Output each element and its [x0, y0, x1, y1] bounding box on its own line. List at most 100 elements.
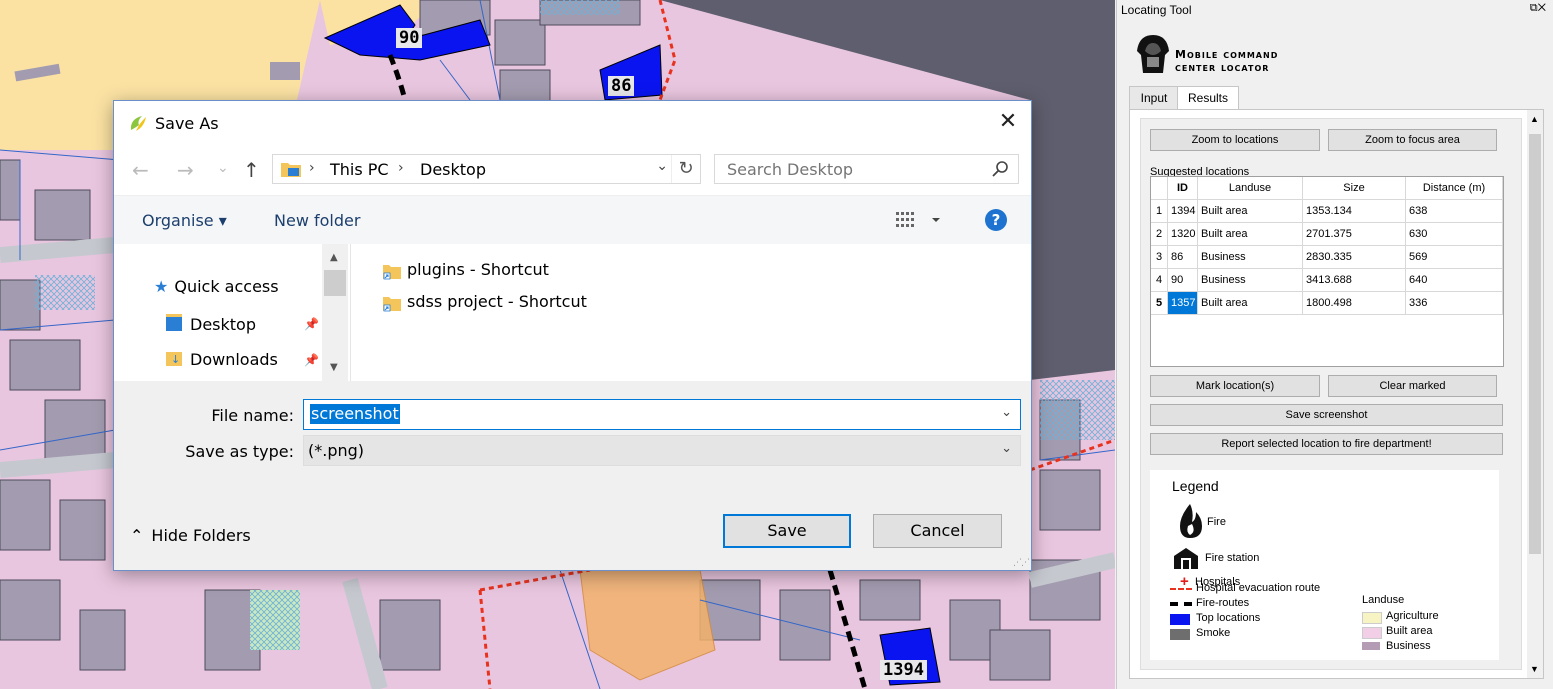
file-item[interactable]: sdss project - Shortcut [383, 292, 587, 312]
file-item[interactable]: plugins - Shortcut [383, 260, 549, 280]
cell-id[interactable]: 1357 [1167, 291, 1198, 315]
hide-folders-label: Hide Folders [151, 526, 251, 545]
column-header[interactable]: ID [1167, 177, 1198, 200]
mark-locations-button[interactable]: Mark location(s) [1150, 375, 1320, 397]
cell-landuse[interactable]: Built area [1197, 199, 1303, 223]
float-panel-icon[interactable]: ⧉✕ [1530, 2, 1546, 15]
table-row[interactable]: 4 90 Business 3413.688 640 [1151, 268, 1503, 292]
built-area-swatch [1362, 627, 1382, 639]
row-number[interactable]: 2 [1151, 222, 1168, 246]
file-list: plugins - Shortcut sdss project - Shortc… [351, 244, 1031, 381]
fire-icon [1180, 504, 1202, 538]
save-screenshot-button[interactable]: Save screenshot [1150, 404, 1503, 426]
chevron-down-icon[interactable]: ⌄ [1001, 405, 1012, 420]
tab-input[interactable]: Input [1129, 86, 1179, 109]
scroll-down-icon[interactable]: ▼ [330, 362, 338, 373]
file-name-field[interactable]: screenshot ⌄ [303, 399, 1021, 430]
search-icon[interactable] [992, 160, 1010, 178]
view-options-icon[interactable] [894, 210, 944, 230]
column-header[interactable]: Size [1302, 177, 1406, 200]
back-arrow-icon[interactable]: ← [132, 159, 149, 181]
table-row[interactable]: 2 1320 Built area 2701.375 630 [1151, 222, 1503, 246]
quick-access-label: Quick access [174, 277, 279, 296]
cell-distance[interactable]: 640 [1405, 268, 1503, 292]
column-header[interactable]: Distance (m) [1405, 177, 1503, 200]
up-arrow-icon[interactable]: ↑ [243, 159, 260, 181]
cancel-button[interactable]: Cancel [873, 514, 1002, 548]
cell-landuse[interactable]: Built area [1197, 222, 1303, 246]
scroll-up-icon[interactable]: ▲ [330, 252, 338, 263]
cell-id[interactable]: 1320 [1167, 222, 1198, 246]
dialog-titlebar[interactable]: Save As ✕ [114, 101, 1031, 145]
legend-agriculture: Agriculture [1386, 610, 1439, 622]
save-type-select[interactable]: (*.png) ⌄ [303, 435, 1021, 466]
table-row-selected[interactable]: 5 1357 Built area 1800.498 336 [1151, 291, 1503, 315]
sidebar-item-downloads[interactable]: ↓ Downloads [166, 350, 278, 369]
scroll-down-icon[interactable]: ▼ [1530, 664, 1539, 674]
cell-size[interactable]: 2830.335 [1302, 245, 1406, 269]
quick-access-item[interactable]: ★ Quick access [154, 277, 279, 296]
sidebar-item-desktop[interactable]: Desktop [166, 314, 256, 334]
close-button[interactable]: ✕ [985, 101, 1031, 145]
legend-fire-routes: Fire-routes [1196, 597, 1250, 609]
column-header[interactable]: Landuse [1197, 177, 1303, 200]
scroll-up-icon[interactable]: ▲ [1530, 114, 1539, 124]
row-number[interactable]: 5 [1151, 291, 1168, 315]
legend-title: Legend [1172, 478, 1219, 494]
cell-landuse[interactable]: Business [1197, 268, 1303, 292]
cell-distance[interactable]: 638 [1405, 199, 1503, 223]
corner-header [1151, 177, 1168, 200]
results-scrollbar[interactable]: ▲ ▼ [1527, 110, 1543, 678]
cell-landuse[interactable]: Built area [1197, 291, 1303, 315]
save-button[interactable]: Save [723, 514, 851, 548]
cell-size[interactable]: 1800.498 [1302, 291, 1406, 315]
row-number[interactable]: 4 [1151, 268, 1168, 292]
row-number[interactable]: 1 [1151, 199, 1168, 223]
cell-size[interactable]: 1353.134 [1302, 199, 1406, 223]
clear-marked-button[interactable]: Clear marked [1328, 375, 1497, 397]
zoom-to-locations-button[interactable]: Zoom to locations [1150, 129, 1320, 151]
cell-distance[interactable]: 336 [1405, 291, 1503, 315]
scroll-thumb[interactable] [1529, 134, 1541, 554]
report-location-button[interactable]: Report selected location to fire departm… [1150, 433, 1503, 455]
table-row[interactable]: 3 86 Business 2830.335 569 [1151, 245, 1503, 269]
tab-results[interactable]: Results [1177, 86, 1239, 110]
search-box[interactable] [714, 154, 1019, 184]
evacuation-route-symbol [1170, 588, 1192, 590]
legend-built-area: Built area [1386, 625, 1433, 637]
cell-size[interactable]: 3413.688 [1302, 268, 1406, 292]
save-type-value: (*.png) [308, 441, 365, 460]
fire-routes-symbol [1170, 602, 1192, 606]
zoom-to-focus-area-button[interactable]: Zoom to focus area [1328, 129, 1497, 151]
scroll-thumb[interactable] [324, 270, 346, 296]
recent-locations-icon[interactable]: ⌄ [217, 157, 229, 179]
address-bar[interactable]: › This PC › Desktop ⌄ ↻ [272, 154, 701, 184]
cell-size[interactable]: 2701.375 [1302, 222, 1406, 246]
organise-menu[interactable]: Organise ▾ [142, 211, 227, 230]
row-number[interactable]: 3 [1151, 245, 1168, 269]
pin-icon[interactable]: 📌 [304, 317, 319, 331]
file-name-value[interactable]: screenshot [310, 404, 400, 424]
resize-grip-icon[interactable]: ⋰⋰ [1013, 558, 1030, 568]
cell-distance[interactable]: 630 [1405, 222, 1503, 246]
navigation-scrollbar[interactable]: ▲ ▼ [322, 244, 348, 381]
new-folder-button[interactable]: New folder [274, 211, 360, 230]
pin-icon[interactable]: 📌 [304, 353, 319, 367]
cell-distance[interactable]: 569 [1405, 245, 1503, 269]
cell-id[interactable]: 1394 [1167, 199, 1198, 223]
chevron-down-icon[interactable]: ⌄ [1001, 441, 1012, 456]
hide-folders-button[interactable]: ⌃ Hide Folders [130, 526, 251, 545]
table-row[interactable]: 1 1394 Built area 1353.134 638 [1151, 199, 1503, 223]
breadcrumb-this-pc[interactable]: This PC [330, 160, 389, 179]
legend: Legend Fire Fire station + Hospitals Hos… [1150, 470, 1499, 660]
cell-id[interactable]: 86 [1167, 245, 1198, 269]
cell-id[interactable]: 90 [1167, 268, 1198, 292]
forward-arrow-icon[interactable]: → [177, 159, 194, 181]
refresh-icon[interactable]: ↻ [671, 155, 700, 183]
suggested-locations-table[interactable]: ID Landuse Size Distance (m) 1 1394 Buil… [1150, 176, 1504, 367]
chevron-down-icon[interactable]: ⌄ [656, 158, 668, 174]
help-button[interactable]: ? [985, 209, 1007, 231]
cell-landuse[interactable]: Business [1197, 245, 1303, 269]
search-input[interactable] [725, 159, 979, 180]
breadcrumb-desktop[interactable]: Desktop [420, 160, 486, 179]
